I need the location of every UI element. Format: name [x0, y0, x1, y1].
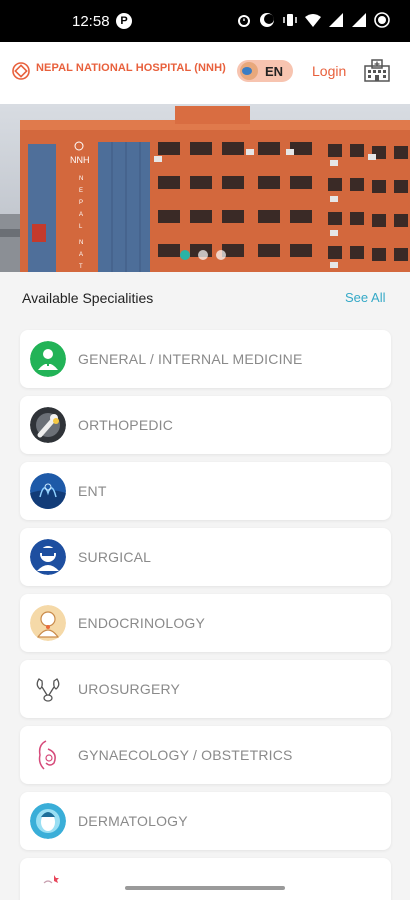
- doctor-icon: [30, 341, 66, 377]
- status-icons: [236, 12, 390, 28]
- speciality-card-orthopedic[interactable]: ORTHOPEDIC: [20, 396, 391, 454]
- status-bar: 12:58 P: [0, 0, 410, 42]
- ear-icon: [30, 473, 66, 509]
- globe-icon: [240, 62, 258, 80]
- speciality-label: ORTHOPEDIC: [78, 417, 174, 433]
- login-button[interactable]: Login: [312, 63, 346, 79]
- speciality-card-general-medicine[interactable]: GENERAL / INTERNAL MEDICINE: [20, 330, 391, 388]
- surgeon-icon: [30, 539, 66, 575]
- notification-badge-icon: P: [116, 13, 132, 29]
- signal-icon: [352, 13, 366, 27]
- endocrine-icon: [30, 605, 66, 641]
- vibrate-icon: [283, 14, 297, 26]
- speciality-label: DERMATOLOGY: [78, 813, 188, 829]
- speciality-card-ent[interactable]: ENT: [20, 462, 391, 520]
- speciality-card-urosurgery[interactable]: UROSURGERY: [20, 660, 391, 718]
- app-header: NEPAL NATIONAL HOSPITAL (NNH) EN Login: [0, 42, 410, 104]
- building-sign-text: NNH: [70, 155, 90, 165]
- signal-icon: [329, 13, 343, 27]
- speciality-label: ENT: [78, 483, 107, 499]
- carousel-indicator: [180, 250, 226, 260]
- battery-icon: [374, 12, 390, 28]
- speciality-label: UROSURGERY: [78, 681, 181, 697]
- speciality-icon: [30, 869, 66, 900]
- status-time: 12:58: [72, 13, 110, 30]
- speciality-label: SURGICAL: [78, 549, 152, 565]
- speciality-card-gynaecology[interactable]: GYNAECOLOGY / OBSTETRICS: [20, 726, 391, 784]
- speciality-card-endocrinology[interactable]: ENDOCRINOLOGY: [20, 594, 391, 652]
- carousel-dot[interactable]: [180, 250, 190, 260]
- language-toggle[interactable]: EN: [237, 60, 293, 82]
- hospital-name: NEPAL NATIONAL HOSPITAL (NNH): [36, 62, 226, 74]
- hospital-banner-carousel[interactable]: NNH NEPALNAT: [0, 104, 410, 272]
- skin-face-icon: [30, 803, 66, 839]
- hospital-building-photo: NNH NEPALNAT: [0, 104, 410, 272]
- hospital-building-icon[interactable]: [363, 58, 391, 82]
- speciality-card-surgical[interactable]: SURGICAL: [20, 528, 391, 586]
- speciality-label: ENDOCRINOLOGY: [78, 615, 206, 631]
- speciality-card-dermatology[interactable]: DERMATOLOGY: [20, 792, 391, 850]
- carousel-dot[interactable]: [216, 250, 226, 260]
- moon-icon: [260, 13, 274, 27]
- hospital-logo-icon: [12, 62, 30, 80]
- pregnancy-icon: [30, 737, 66, 773]
- kidney-icon: [30, 671, 66, 707]
- speciality-label: GYNAECOLOGY / OBSTETRICS: [78, 747, 293, 763]
- speciality-card-partial[interactable]: [20, 858, 391, 900]
- see-all-link[interactable]: See All: [345, 290, 385, 305]
- specialities-section-title: Available Specialities: [22, 290, 154, 306]
- wifi-icon: [305, 14, 321, 27]
- bone-joint-icon: [30, 407, 66, 443]
- speciality-label: GENERAL / INTERNAL MEDICINE: [78, 351, 303, 367]
- gesture-nav-bar[interactable]: [125, 886, 285, 890]
- language-label: EN: [265, 63, 284, 79]
- carousel-dot[interactable]: [198, 250, 208, 260]
- alarm-icon: [238, 15, 250, 27]
